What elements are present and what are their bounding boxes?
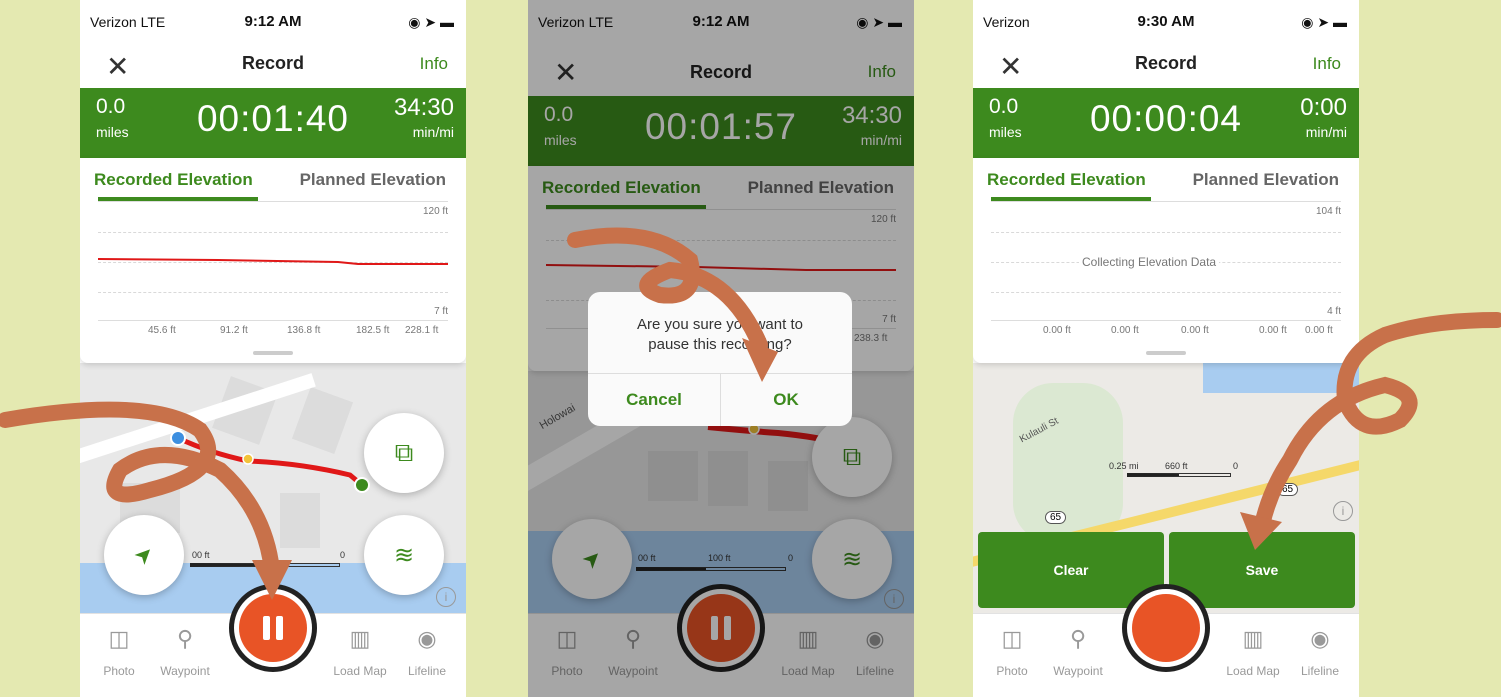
tab-waypoint-label: Waypoint (160, 664, 210, 678)
tab-load-map-label: Load Map (333, 664, 387, 678)
tab-planned-elevation[interactable]: Planned Elevation (1193, 170, 1339, 190)
map-info-icon[interactable]: i (1333, 501, 1353, 521)
camera-icon: ◫ (108, 626, 130, 651)
tab-waypoint-label: Waypoint (1053, 664, 1103, 678)
tab-load-map-label: Load Map (1226, 664, 1280, 678)
x-tick: 0.00 ft (1043, 325, 1071, 336)
elevation-chart: 120 ft 7 ft 45.6 ft 91.2 ft 136.8 ft 182… (98, 201, 448, 342)
x-tick: 0.00 ft (1305, 325, 1333, 336)
tab-planned-elevation[interactable]: Planned Elevation (300, 170, 446, 190)
dialog-message-line2: pause this recording? (648, 336, 792, 353)
lifeline-icon: ◉ (1310, 626, 1330, 651)
layers-square-icon: ⧉ (394, 437, 414, 467)
x-tick: 228.1 ft (405, 325, 439, 336)
page-title: Record (241, 53, 304, 73)
x-tick: 0.00 ft (1259, 325, 1287, 336)
pace-unit: min/mi (412, 124, 454, 140)
route-badge: 65 (1277, 483, 1299, 496)
map-style-button[interactable]: ⧉ (364, 413, 444, 493)
pace-unit: min/mi (1305, 124, 1347, 140)
phone-screen-pause-dialog: Verizon LTE 9:12 AM ◉ ➤ ▬ ✕ Record Info … (528, 0, 914, 697)
x-tick: 91.2 ft (220, 325, 248, 336)
bottom-tab-bar: ◫ Photo ⚲ Waypoint ▥ Load Map ◉ Lifeline (973, 584, 1359, 697)
drag-handle[interactable] (1146, 351, 1186, 355)
tab-photo-label: Photo (996, 664, 1028, 678)
tab-lifeline-label: Lifeline (407, 664, 447, 678)
tab-photo-label: Photo (103, 664, 135, 678)
x-tick: 0.00 ft (1111, 325, 1139, 336)
stats-bar: 0.0 miles 00:01:40 34:30 min/mi (80, 88, 466, 158)
scale-left: 00 ft (192, 550, 210, 560)
map-view[interactable]: ⧉ ➤ ≋ 00 ft ft 0 i (80, 363, 466, 613)
scale-mid: 660 ft (1165, 461, 1188, 471)
layers-icon: ≋ (393, 541, 415, 569)
lifeline-icon: ◉ (417, 626, 437, 651)
location-arrow-icon: ➤ (128, 539, 160, 571)
y-axis-max: 104 ft (1315, 206, 1341, 217)
x-tick: 182.5 ft (356, 325, 390, 336)
battery-icon: ◉ ➤ ▬ (408, 14, 454, 30)
stats-bar: 0.0 miles 00:00:04 0:00 min/mi (973, 88, 1359, 158)
elevation-card: Recorded Elevation Planned Elevation 104… (973, 158, 1359, 363)
drag-handle[interactable] (253, 351, 293, 355)
info-link[interactable]: Info (1313, 54, 1341, 74)
camera-icon: ◫ (1001, 626, 1023, 651)
tab-photo[interactable]: ◫ Photo (84, 626, 154, 678)
pace-value: 34:30 (393, 94, 454, 121)
x-tick: 136.8 ft (287, 325, 321, 336)
tab-photo[interactable]: ◫ Photo (977, 626, 1047, 678)
info-link[interactable]: Info (420, 54, 448, 74)
tab-lifeline[interactable]: ◉ Lifeline (392, 626, 462, 678)
pause-record-button[interactable] (229, 584, 317, 672)
locate-me-button[interactable]: ➤ (104, 515, 184, 595)
tab-lifeline-label: Lifeline (1300, 664, 1340, 678)
tab-lifeline[interactable]: ◉ Lifeline (1285, 626, 1355, 678)
battery-icon: ◉ ➤ ▬ (1301, 14, 1347, 30)
dialog-message-line1: Are you sure you want to (637, 316, 803, 333)
map-info-icon[interactable]: i (436, 587, 456, 607)
status-bar: Verizon LTE 9:12 AM ◉ ➤ ▬ (80, 0, 466, 44)
cancel-button[interactable]: Cancel (588, 390, 720, 410)
tab-recorded-elevation[interactable]: Recorded Elevation (987, 170, 1146, 190)
route-badge: 65 (1045, 511, 1067, 524)
scale-right: 0 (340, 550, 346, 560)
x-tick: 45.6 ft (148, 325, 176, 336)
scale-mid: ft (270, 550, 276, 560)
tab-load-map[interactable]: ▥ Load Map (1218, 626, 1288, 678)
record-button[interactable] (1122, 584, 1210, 672)
map-icon: ▥ (1242, 626, 1264, 651)
scale-left: 0.25 mi (1109, 461, 1139, 471)
status-bar: Verizon 9:30 AM ◉ ➤ ▬ (973, 0, 1359, 44)
x-tick: 0.00 ft (1181, 325, 1209, 336)
tab-waypoint[interactable]: ⚲ Waypoint (150, 626, 220, 678)
bottom-tab-bar: ◫ Photo ⚲ Waypoint ▥ Load Map ◉ Lifeline (80, 584, 466, 697)
tab-recorded-elevation[interactable]: Recorded Elevation (94, 170, 253, 190)
phone-screen-recording: Verizon LTE 9:12 AM ◉ ➤ ▬ ✕ Record Info … (80, 0, 466, 697)
elevation-card: Recorded Elevation Planned Elevation 120… (80, 158, 466, 363)
map-icon: ▥ (349, 626, 371, 651)
elevation-chart: 104 ft 4 ft Collecting Elevation Data 0.… (991, 201, 1341, 342)
tab-load-map[interactable]: ▥ Load Map (325, 626, 395, 678)
y-axis-min: 4 ft (1327, 306, 1341, 317)
nav-bar: ✕ Record Info (973, 44, 1359, 88)
waypoint-icon: ⚲ (176, 626, 194, 651)
page-title: Record (1134, 53, 1197, 73)
ok-button[interactable]: OK (720, 390, 852, 410)
phone-screen-save: Verizon 9:30 AM ◉ ➤ ▬ ✕ Record Info 0.0 … (973, 0, 1359, 697)
collecting-elevation-text: Collecting Elevation Data (1079, 255, 1220, 269)
tab-waypoint[interactable]: ⚲ Waypoint (1043, 626, 1113, 678)
elevation-line (98, 258, 448, 265)
map-layers-button[interactable]: ≋ (364, 515, 444, 595)
nav-bar: ✕ Record Info (80, 44, 466, 88)
scale-right: 0 (1233, 461, 1239, 471)
waypoint-icon: ⚲ (1069, 626, 1087, 651)
pause-confirm-dialog: Are you sure you want to pause this reco… (588, 292, 852, 426)
pace-value: 0:00 (1300, 94, 1347, 121)
